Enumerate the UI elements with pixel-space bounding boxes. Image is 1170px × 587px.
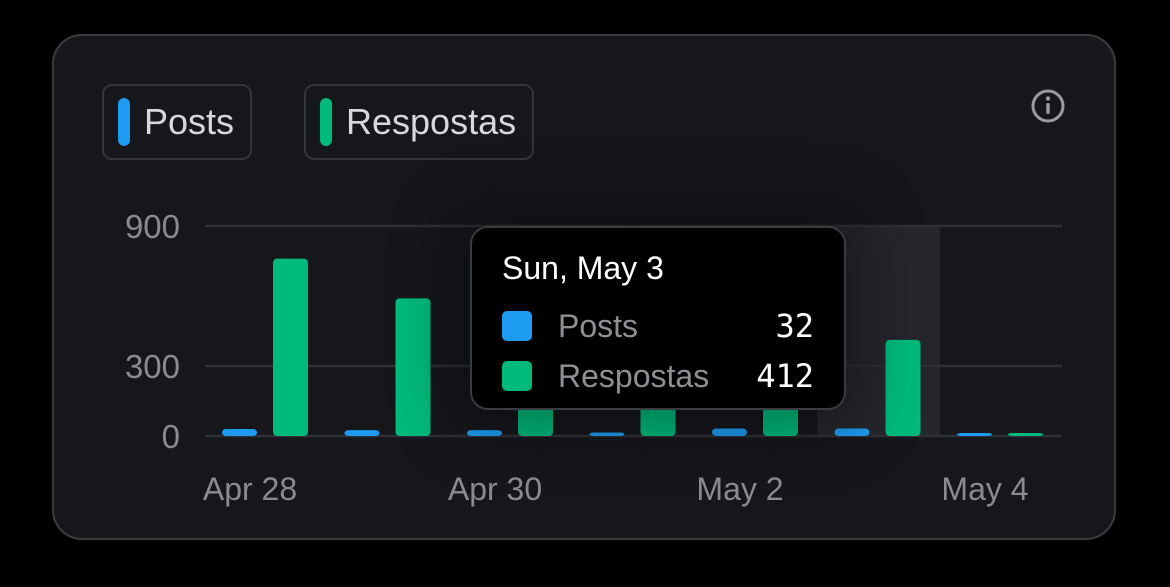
y-tick-label: 300	[125, 348, 180, 385]
chart-tooltip: Sun, May 3 Posts 32 Respostas 412	[470, 226, 846, 410]
bar-posts-apr-28	[222, 429, 257, 436]
bar-posts-may-1	[589, 432, 625, 436]
bar-posts-may-2	[712, 428, 747, 436]
x-tick-label: Apr 30	[448, 471, 542, 507]
bar-posts-may-3	[834, 428, 870, 436]
tooltip-posts-label: Posts	[558, 307, 639, 344]
x-tick-label: May 2	[696, 471, 783, 507]
y-tick-label: 900	[125, 208, 180, 245]
tooltip-respostas-value: 412	[756, 357, 814, 395]
tooltip-respostas-swatch	[502, 361, 532, 391]
bar-respostas-may-3	[885, 339, 921, 436]
tooltip-posts-swatch	[502, 311, 532, 341]
tooltip-row-posts: Posts 32	[502, 306, 814, 346]
bar-posts-may-4	[957, 433, 992, 436]
tooltip-respostas-label: Respostas	[558, 357, 710, 394]
tooltip-title: Sun, May 3	[502, 250, 664, 286]
bar-respostas-may-4	[1008, 433, 1043, 436]
x-tick-label: May 4	[941, 471, 1028, 507]
x-tick-label: Apr 28	[203, 471, 297, 507]
bar-posts-apr-30	[467, 430, 502, 436]
bar-respostas-apr-28	[273, 258, 308, 436]
bar-respostas-apr-29	[395, 298, 431, 436]
tooltip-row-respostas: Respostas 412	[502, 356, 814, 396]
tooltip-posts-value: 32	[775, 307, 814, 345]
bar-posts-apr-29	[344, 430, 380, 436]
y-tick-label: 0	[162, 418, 180, 455]
